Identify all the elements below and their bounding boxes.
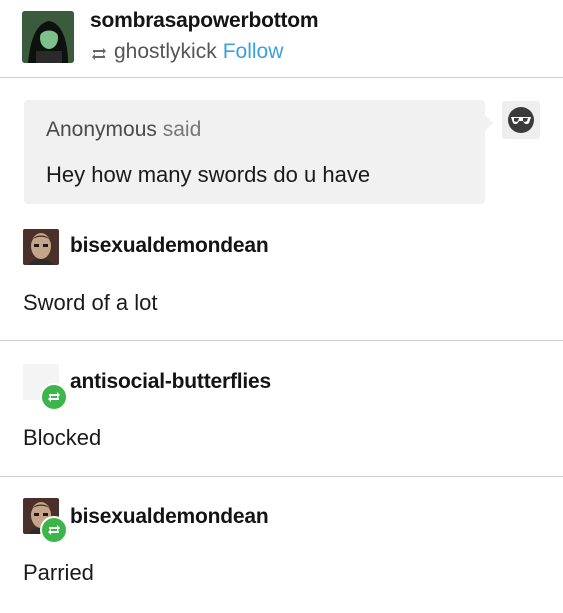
follow-button[interactable]: Follow <box>223 40 284 64</box>
ask-said-label: said <box>162 118 202 141</box>
post-author-avatar[interactable] <box>22 11 74 63</box>
anonymous-avatar <box>502 101 540 139</box>
reply-text: Sword of a lot <box>23 290 158 315</box>
reblog-icon <box>90 44 108 60</box>
asker-name: Anonymous <box>46 118 157 141</box>
reply-username[interactable]: bisexualdemondean <box>70 234 269 258</box>
reblog-line: ghostlykick Follow <box>90 40 283 64</box>
reply-text: Blocked <box>23 425 102 450</box>
reply-username[interactable]: bisexualdemondean <box>70 505 269 529</box>
thread-divider <box>0 340 563 341</box>
reblog-badge-icon <box>40 516 68 544</box>
header-divider <box>0 77 563 78</box>
ask-question: Hey how many swords do u have <box>46 162 371 187</box>
reply-avatar-bisexualdemondean[interactable] <box>23 229 59 265</box>
ask-bubble <box>24 100 485 204</box>
ask-header: Anonymous said <box>46 118 201 142</box>
reblog-badge-icon <box>40 383 68 411</box>
reblogged-from-username[interactable]: ghostlykick <box>114 40 217 64</box>
ask-bubble-pointer <box>485 115 493 131</box>
sunglasses-icon <box>508 107 534 133</box>
reply-text: Parried <box>23 560 94 585</box>
post-author-username[interactable]: sombrasapowerbottom <box>90 9 319 33</box>
reply-username[interactable]: antisocial-butterflies <box>70 370 271 394</box>
thread-divider <box>0 476 563 477</box>
